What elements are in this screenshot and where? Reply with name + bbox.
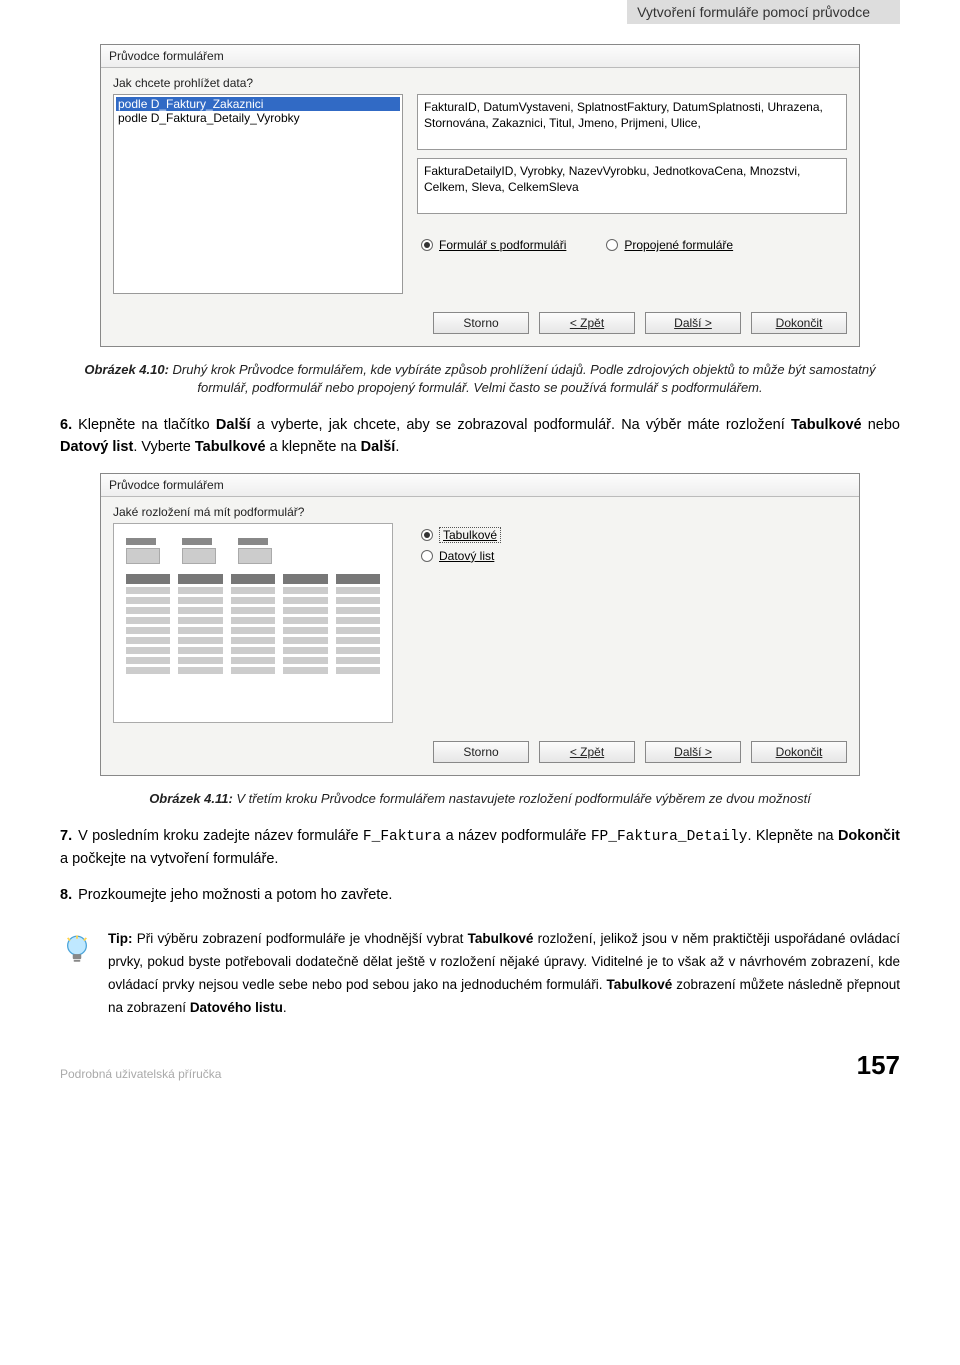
layout-preview [113, 523, 393, 723]
next-button[interactable]: Další > [645, 312, 741, 334]
figure-caption-4-10: Obrázek 4.10: Druhý krok Průvodce formul… [60, 361, 900, 397]
cancel-button[interactable]: Storno [433, 741, 529, 763]
finish-button[interactable]: Dokončit [751, 741, 847, 763]
wizard-question: Jak chcete prohlížet data? [113, 76, 847, 90]
radio-icon [421, 529, 433, 541]
radio-form-with-subforms[interactable]: Formulář s podformuláři [421, 238, 566, 252]
finish-button[interactable]: Dokončit [751, 312, 847, 334]
step-8: 8.Prozkoumejte jeho možnosti a potom ho … [60, 885, 900, 907]
source-listbox[interactable]: podle D_Faktury_Zakaznici podle D_Faktur… [113, 94, 403, 294]
figure-caption-4-11: Obrázek 4.11: V třetím kroku Průvodce fo… [60, 790, 900, 808]
page-number: 157 [857, 1050, 900, 1081]
tip-callout: Tip: Při výběru zobrazení podformuláře j… [60, 928, 900, 1020]
page-header: Vytvoření formuláře pomocí průvodce [60, 0, 900, 24]
dialog-title: Průvodce formulářem [101, 474, 859, 497]
back-button[interactable]: < Zpět [539, 312, 635, 334]
footer-left: Podrobná uživatelská příručka [60, 1067, 221, 1081]
step-6: 6.Klepněte na tlačítko Další a vyberte, … [60, 415, 900, 459]
radio-linked-forms[interactable]: Propojené formuláře [606, 238, 733, 252]
list-item[interactable]: podle D_Faktura_Detaily_Vyrobky [116, 111, 400, 125]
radio-datasheet[interactable]: Datový list [421, 549, 847, 563]
dialog-title: Průvodce formulářem [101, 45, 859, 68]
cancel-button[interactable]: Storno [433, 312, 529, 334]
fields-sub-textbox[interactable]: FakturaDetailyID, Vyrobky, NazevVyrobku,… [417, 158, 847, 214]
form-wizard-dialog-2: Průvodce formulářem Jaké rozložení má mí… [100, 473, 860, 776]
fields-main-textbox[interactable]: FakturaID, DatumVystaveni, SplatnostFakt… [417, 94, 847, 150]
step-7: 7.V posledním kroku zadejte název formul… [60, 826, 900, 871]
radio-icon [606, 239, 618, 251]
form-wizard-dialog-1: Průvodce formulářem Jak chcete prohlížet… [100, 44, 860, 347]
next-button[interactable]: Další > [645, 741, 741, 763]
back-button[interactable]: < Zpět [539, 741, 635, 763]
radio-icon [421, 550, 433, 562]
radio-tabular[interactable]: Tabulkové [421, 527, 847, 543]
page-footer: Podrobná uživatelská příručka 157 [60, 1050, 900, 1081]
lightbulb-icon [60, 932, 94, 966]
section-title: Vytvoření formuláře pomocí průvodce [627, 0, 900, 24]
wizard-question: Jaké rozložení má mít podformulář? [113, 505, 847, 519]
list-item[interactable]: podle D_Faktury_Zakaznici [116, 97, 400, 111]
radio-icon [421, 239, 433, 251]
